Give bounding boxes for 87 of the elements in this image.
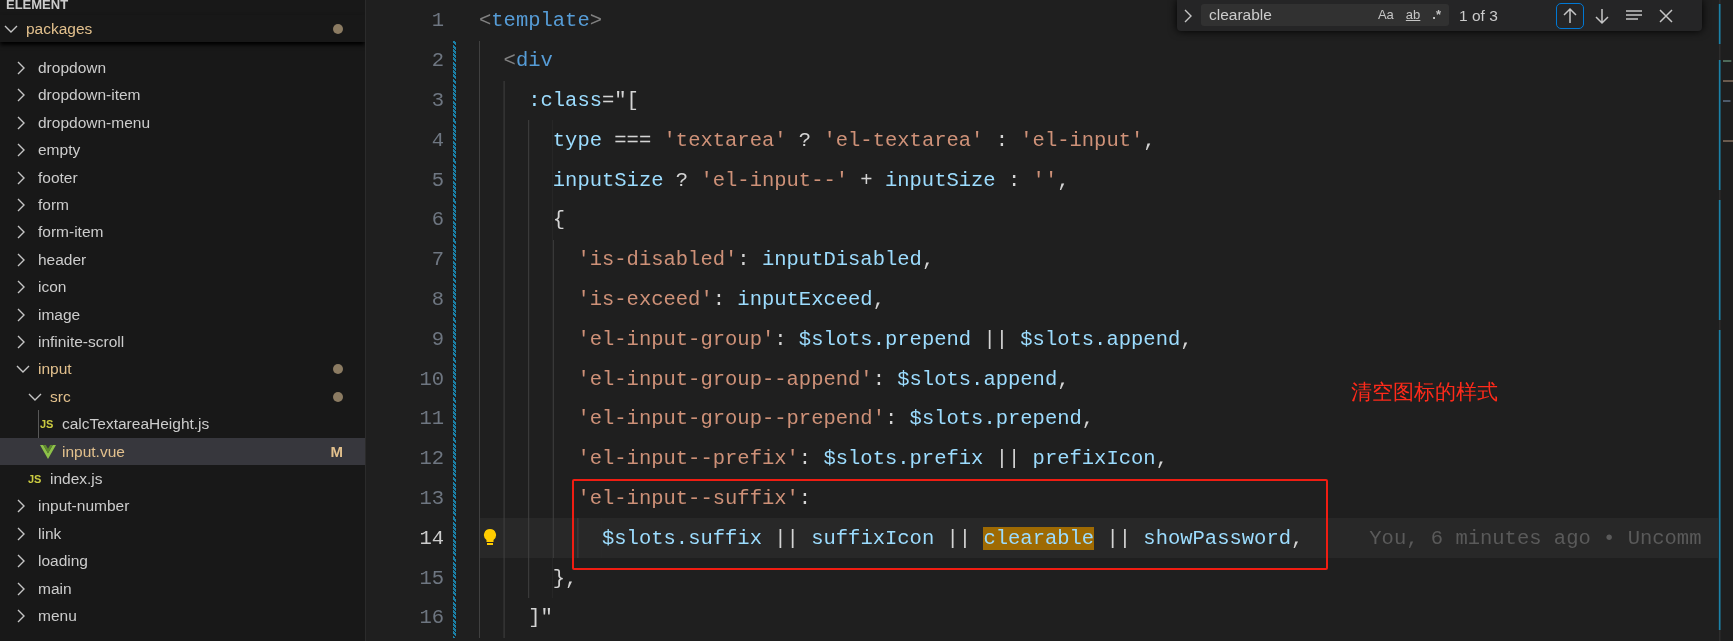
chevron-icon	[4, 23, 18, 34]
line-number: 15	[418, 566, 444, 590]
code-line: {	[552, 208, 566, 232]
line-number: 13	[418, 486, 444, 510]
arrow-up-icon[interactable]	[1557, 3, 1583, 28]
line-number: 11	[418, 407, 444, 431]
code-line: :class="[	[528, 89, 639, 112]
line-number: 16	[418, 606, 444, 630]
code-line: 'el-input-group--prepend': $slots.prepend,	[577, 407, 1095, 431]
chevron-icon	[16, 170, 26, 185]
code-line: 'el-input--prefix': $slots.prefix || prefixIcon,	[577, 447, 1168, 471]
code-line: <div	[503, 49, 553, 73]
tree-item[interactable]: footer	[0, 163, 365, 192]
line-number: 6	[430, 208, 444, 232]
chevron-icon	[16, 198, 26, 213]
chevron-icon	[16, 526, 26, 541]
find-input[interactable]: clearable Aa ab .*	[1201, 3, 1449, 26]
chevron-icon	[16, 608, 26, 623]
tree-item[interactable]: form	[0, 191, 365, 219]
find-option[interactable]: Aa	[1375, 7, 1396, 22]
line-number: 1	[430, 9, 444, 33]
chevron-icon	[16, 88, 26, 103]
line-number: 9	[430, 327, 444, 351]
tree-item[interactable]: input-number	[0, 492, 365, 521]
chevron-icon	[16, 335, 26, 349]
code-line: inputSize ? 'el-input--' + inputSize : '',	[552, 168, 1070, 192]
line-number: 2	[430, 49, 444, 73]
chevron-icon	[16, 252, 26, 267]
lightbulb-icon[interactable]	[483, 528, 497, 547]
line-number: 4	[430, 128, 444, 152]
tree-item[interactable]: JS index.js	[0, 465, 365, 493]
chevron-icon	[16, 143, 26, 158]
chevron-icon	[16, 280, 26, 295]
chevron-icon	[16, 115, 26, 130]
tree-item[interactable]: infinite-scroll	[0, 328, 365, 356]
chevron-icon	[16, 554, 26, 569]
code-line: ]"	[528, 606, 553, 630]
tree-item[interactable]: menu	[0, 602, 365, 630]
line-number: 8	[430, 287, 444, 311]
code-line: 'is-disabled': inputDisabled,	[577, 248, 935, 272]
js-file-icon: JS	[40, 418, 54, 431]
tree-item[interactable]: packages	[0, 15, 365, 43]
tree-item[interactable]: loading	[0, 547, 365, 575]
code-line: 'is-exceed': inputExceed,	[577, 287, 885, 311]
code-line: 'el-input-group': $slots.prepend || $slots.append,	[577, 327, 1193, 351]
tree-item[interactable]: dropdown-item	[0, 81, 365, 110]
annotation-text: 清空图标的样式	[1351, 379, 1498, 406]
code-line: <template>	[479, 9, 603, 33]
tree-item[interactable]: header	[0, 246, 365, 274]
chevron-icon	[16, 364, 30, 375]
line-number: 14	[418, 526, 444, 550]
tree-item[interactable]: form-item	[0, 218, 365, 247]
tree-item[interactable]: input	[0, 355, 365, 384]
line-number: 10	[418, 367, 444, 391]
tree-item[interactable]: src	[0, 383, 365, 411]
tree-item[interactable]: icon	[0, 273, 365, 301]
code-line: $slots.suffix || suffixIcon || clearable || showPassword,	[602, 526, 1304, 550]
tree-item[interactable]: link	[0, 520, 365, 548]
chevron-icon	[16, 499, 26, 514]
section-title: ELEMENT	[5, 0, 70, 14]
code-line: 'el-input--suffix':	[577, 486, 812, 510]
line-number: 5	[430, 168, 444, 192]
line-number: 7	[430, 248, 444, 272]
line-number: 12	[418, 447, 444, 471]
tree-item[interactable]: main	[0, 574, 365, 603]
chevron-icon	[28, 391, 42, 402]
code-line: 'el-input-group--append': $slots.append,	[577, 367, 1070, 391]
code-line: },	[552, 566, 578, 590]
line-number: 3	[430, 89, 444, 112]
git-status: M	[330, 443, 343, 461]
js-file-icon: JS	[28, 472, 42, 485]
tree-item[interactable]: dropdown	[0, 54, 365, 82]
chevron-icon	[16, 307, 26, 322]
tree-item[interactable]: image	[0, 300, 365, 329]
tree-item[interactable]: JS calcTextareaHeight.js	[0, 410, 365, 438]
code-line: type === 'textarea' ? 'el-textarea' : 'el-input',	[552, 128, 1156, 152]
chevron-icon	[16, 225, 26, 240]
tree-item[interactable]: dropdown-menu	[0, 109, 365, 137]
match-count: 1 of 3	[1459, 6, 1499, 25]
chevron-icon	[16, 61, 26, 76]
find-option[interactable]: ab	[1403, 7, 1423, 22]
search-query: clearable	[1209, 5, 1273, 24]
vue-logo-icon	[40, 444, 56, 459]
tree-item[interactable]: empty	[0, 136, 365, 164]
find-option[interactable]: .*	[1430, 7, 1443, 22]
tree-item[interactable]: input.vue M	[0, 437, 365, 466]
chevron-icon	[16, 581, 26, 596]
